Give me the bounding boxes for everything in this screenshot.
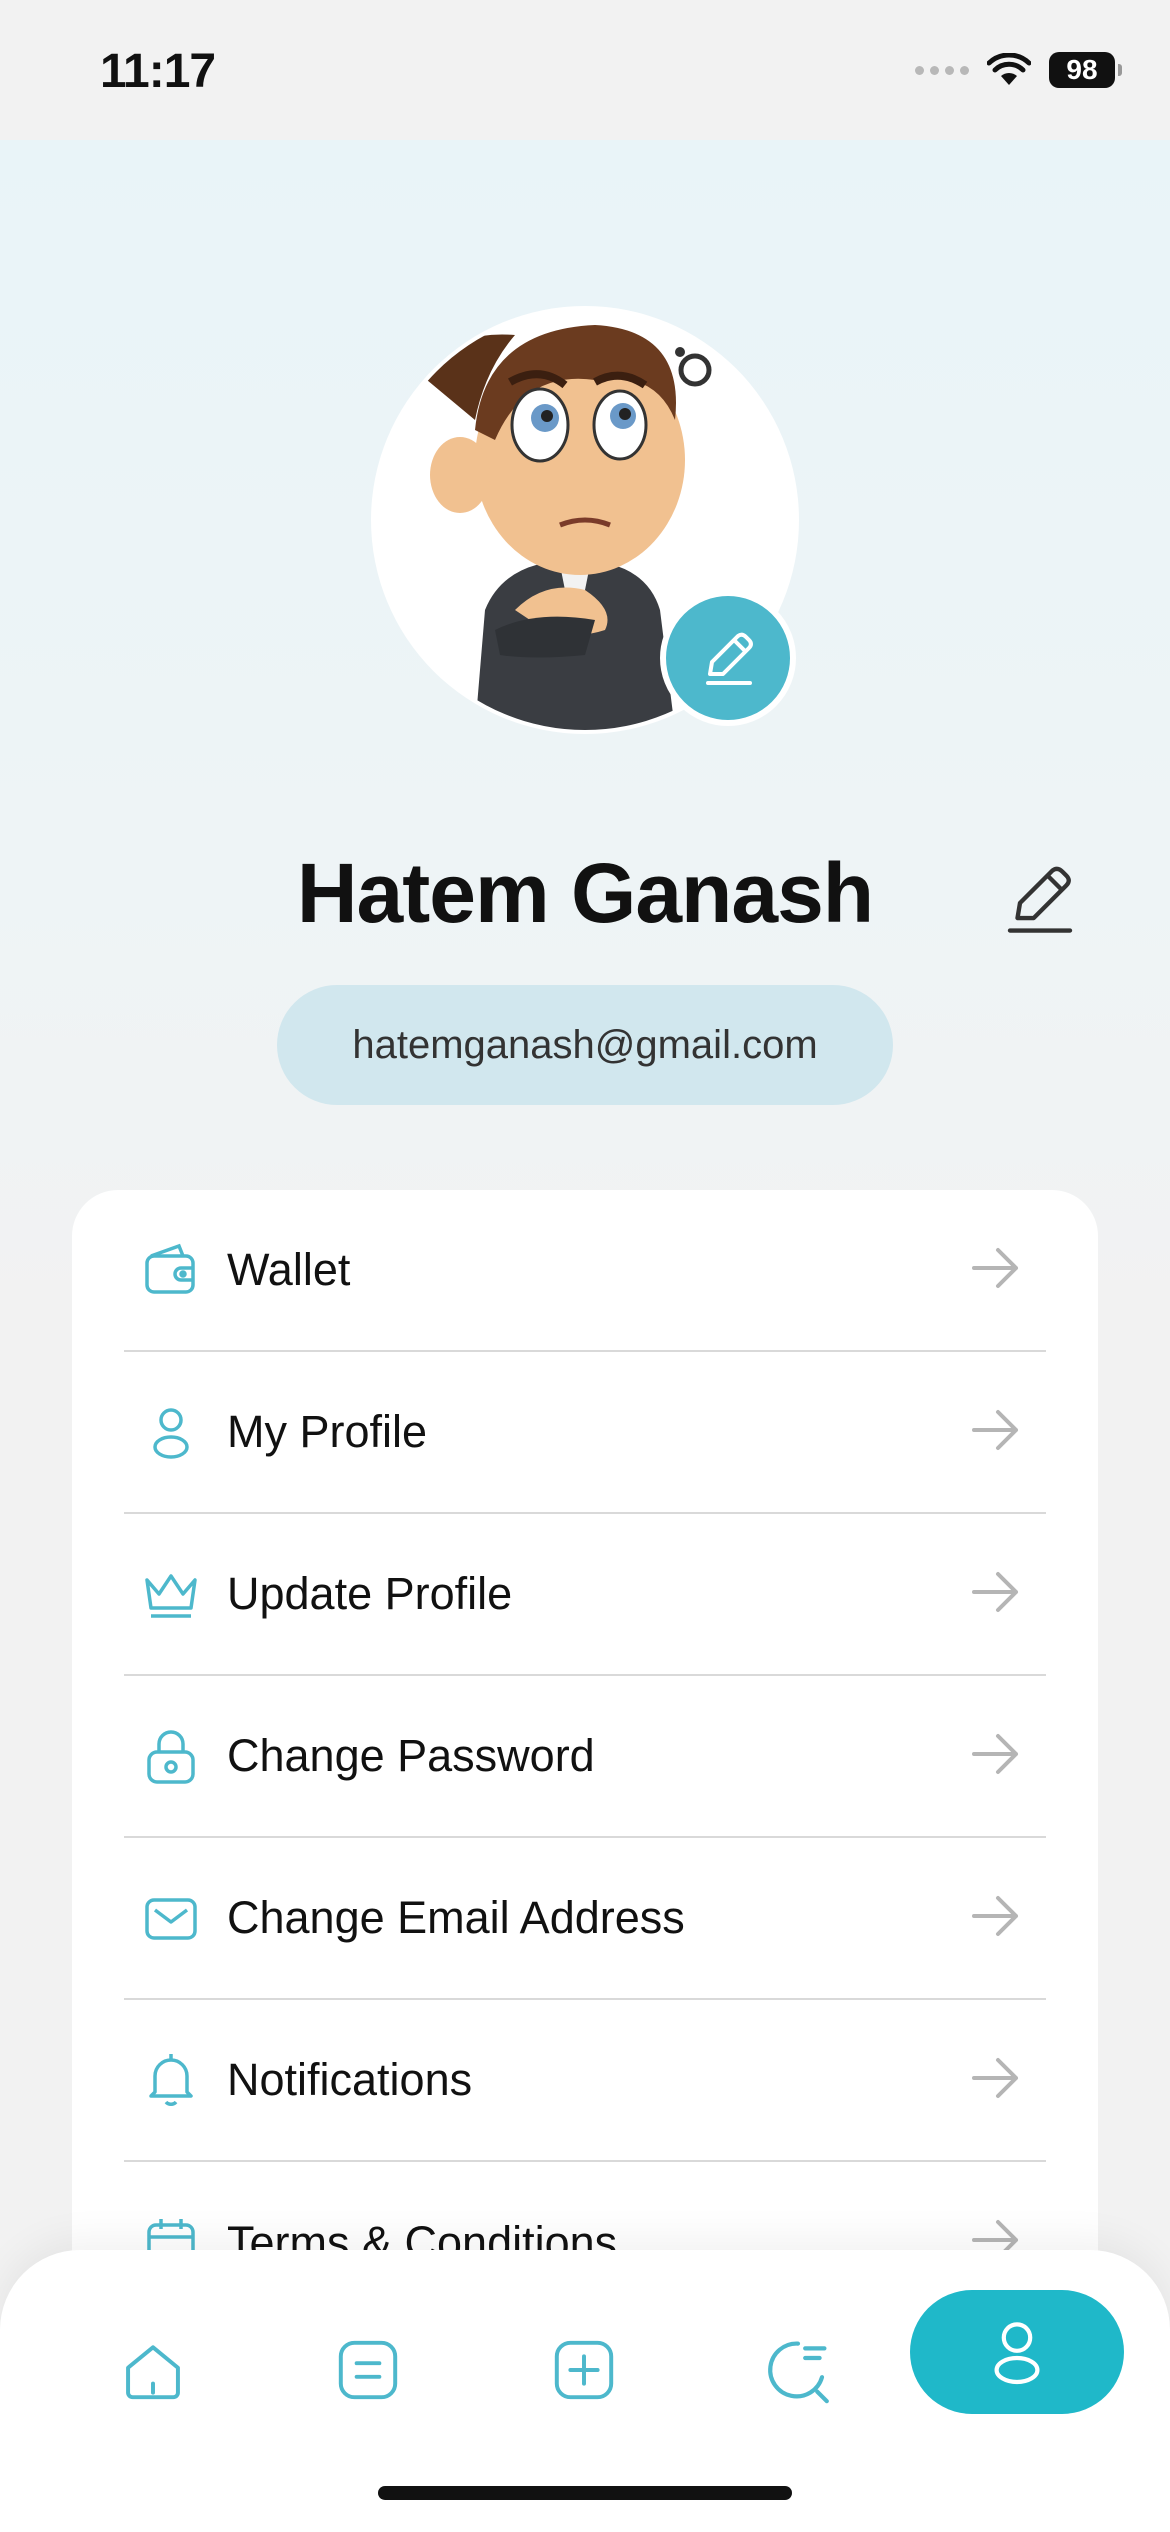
avatar-edit-button[interactable] [660,590,796,726]
arrow-right-icon [972,1410,1018,1450]
pencil-icon [1007,866,1073,933]
mail-icon [139,1886,203,1950]
menu-item-notifications[interactable]: Notifications [124,2000,1046,2162]
menu-item-label: Wallet [227,1244,351,1295]
status-time: 11:17 [100,45,216,98]
list-icon [338,2340,398,2400]
menu-item-label: Notifications [227,2054,473,2105]
search-icon [768,2341,829,2404]
tab-profile[interactable] [910,2290,1124,2414]
wifi-icon [987,53,1031,85]
menu-item-wallet[interactable]: Wallet [124,1190,1046,1352]
tab-home[interactable] [103,2320,203,2420]
bell-icon [139,2048,203,2112]
menu-item-label: Change Password [227,1730,595,1781]
battery-icon: 98 [1049,52,1122,88]
lock-icon [139,1724,203,1788]
profile-name: Hatem Ganash [296,846,874,940]
status-indicators: 98 [915,52,1122,88]
tab-add[interactable] [534,2320,634,2420]
home-indicator [378,2486,792,2500]
tab-list[interactable] [318,2320,418,2420]
arrow-right-icon [972,1734,1018,1774]
edit-name-button[interactable] [1000,858,1080,938]
avatar-container [375,310,796,730]
menu-item-change-email[interactable]: Change Email Address [124,1838,1046,2000]
menu-item-my-profile[interactable]: My Profile [124,1352,1046,1514]
pencil-icon [706,632,753,685]
wallet-icon [139,1238,203,1302]
arrow-right-icon [972,1248,1018,1288]
menu-item-label: My Profile [227,1406,428,1457]
cellular-signal-icon [915,65,969,75]
arrow-right-icon [972,2058,1018,2098]
status-bar: 11:17 98 [0,0,1170,140]
profile-icon [994,2322,1040,2385]
add-icon [554,2340,614,2400]
tab-search[interactable] [748,2320,848,2420]
home-icon [126,2345,180,2400]
email-badge: hatemganash@gmail.com [277,985,893,1105]
menu-item-label: Update Profile [227,1568,513,1619]
arrow-right-icon [972,1896,1018,1936]
crown-icon [139,1562,203,1626]
menu-item-update-profile[interactable]: Update Profile [124,1514,1046,1676]
arrow-right-icon [972,1572,1018,1612]
menu-item-label: Change Email Address [227,1892,685,1943]
user-icon [139,1400,203,1464]
settings-menu: Wallet My Profile Update Profile Change … [72,1190,1098,2320]
menu-item-change-password[interactable]: Change Password [124,1676,1046,1838]
